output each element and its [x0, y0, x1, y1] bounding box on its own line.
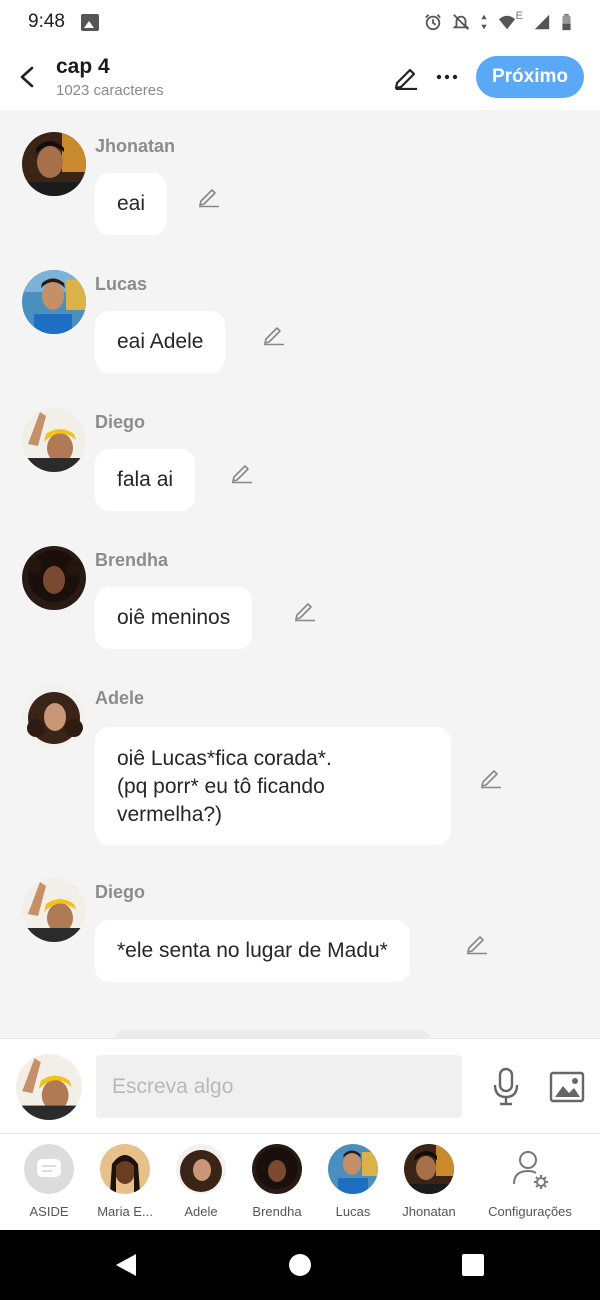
message-bubble[interactable]: fala ai [95, 449, 196, 511]
message-bubble[interactable]: eai Adele [95, 311, 226, 373]
circle-home-icon [289, 1254, 311, 1276]
character-maria[interactable]: Maria E... [87, 1144, 163, 1219]
sender-name: Brendha [95, 550, 169, 570]
next-message-preview [115, 1030, 430, 1038]
network-type-label: E [515, 10, 523, 22]
system-navigation-bar [0, 1230, 600, 1300]
avatar [328, 1144, 378, 1194]
avatar [100, 1144, 150, 1194]
character-jhonatan[interactable]: Jhonatan [391, 1144, 467, 1219]
image-icon [549, 1071, 585, 1103]
settings-label: Configurações [488, 1204, 572, 1219]
sender-name: Lucas [95, 274, 148, 294]
arrow-left-icon [20, 66, 34, 88]
title-block: cap 4 1023 caracteres [56, 55, 164, 99]
character-name: Lucas [335, 1204, 371, 1219]
image-button[interactable] [549, 1071, 585, 1103]
more-horizontal-icon [436, 74, 458, 80]
alarm-icon [424, 13, 442, 31]
avatar[interactable] [22, 270, 86, 334]
character-lucas[interactable]: Lucas [315, 1144, 391, 1219]
nav-recents-button[interactable] [458, 1250, 488, 1280]
character-count: 1023 caracteres [56, 82, 164, 99]
nav-back-button[interactable] [112, 1250, 142, 1280]
current-character-avatar[interactable] [16, 1054, 82, 1120]
edit-message-icon[interactable] [262, 322, 286, 346]
character-name: Adele [184, 1204, 218, 1219]
message-bubble[interactable]: eai [95, 173, 168, 235]
chapter-header: cap 4 1023 caracteres Próximo [0, 44, 600, 110]
edit-message-icon[interactable] [293, 598, 317, 622]
signal-icon [533, 13, 551, 31]
message-composer [0, 1038, 600, 1134]
message-bubble[interactable]: *ele senta no lugar de Madu* [95, 920, 410, 982]
avatar[interactable] [22, 546, 86, 610]
user-settings-icon [505, 1144, 555, 1194]
chat-bubble-icon [24, 1144, 74, 1194]
chapter-title: cap 4 [56, 55, 110, 78]
nav-home-button[interactable] [285, 1250, 315, 1280]
next-button[interactable]: Próximo [475, 56, 584, 98]
message-bubble[interactable]: oiê Lucas*fica corada*. (pq porr* eu tô … [95, 727, 451, 845]
character-name: ASIDE [29, 1204, 69, 1219]
message-list[interactable]: Jhonatan eai Lucas eai Adele Diego fala … [0, 110, 600, 1038]
microphone-icon [493, 1067, 519, 1106]
character-name: Jhonatan [402, 1204, 456, 1219]
edit-message-icon[interactable] [197, 184, 221, 208]
header-actions: Próximo [390, 56, 584, 98]
character-brendha[interactable]: Brendha [239, 1144, 315, 1219]
character-bar: ASIDE Maria E... Adele Brendha Lucas Jho… [0, 1134, 600, 1230]
avatar [252, 1144, 302, 1194]
status-bar: 9:48 E [0, 0, 600, 44]
data-arrows-icon [480, 13, 488, 31]
status-icons: E [424, 10, 572, 31]
message-bubble[interactable]: oiê meninos [95, 587, 253, 649]
character-adele[interactable]: Adele [163, 1144, 239, 1219]
notifications-off-icon [452, 13, 470, 31]
character-aside[interactable]: ASIDE [11, 1144, 87, 1219]
battery-icon [561, 13, 572, 31]
settings-item[interactable]: Configurações [480, 1144, 580, 1219]
avatar [176, 1144, 226, 1194]
pencil-icon [394, 68, 417, 90]
sender-name: Jhonatan [95, 136, 176, 156]
gallery-notification-icon [80, 13, 99, 31]
avatar[interactable] [22, 132, 86, 196]
edit-message-icon[interactable] [465, 931, 489, 955]
square-recents-icon [462, 1254, 484, 1276]
microphone-button[interactable] [490, 1067, 522, 1107]
character-name: Brendha [252, 1204, 302, 1219]
status-time: 9:48 [28, 11, 65, 32]
triangle-back-icon [116, 1254, 136, 1276]
sender-name: Adele [95, 688, 145, 708]
wifi-icon [498, 13, 516, 31]
edit-message-icon[interactable] [230, 460, 254, 484]
back-button[interactable] [6, 55, 50, 99]
more-options-button[interactable] [432, 62, 462, 92]
avatar [404, 1144, 454, 1194]
character-name: Maria E... [97, 1204, 153, 1219]
sender-name: Diego [95, 412, 146, 432]
avatar[interactable] [22, 408, 86, 472]
sender-name: Diego [95, 882, 146, 902]
avatar[interactable] [22, 878, 86, 942]
edit-title-button[interactable] [390, 61, 422, 93]
message-input[interactable] [96, 1055, 462, 1118]
edit-message-icon[interactable] [479, 765, 503, 789]
avatar[interactable] [22, 684, 86, 748]
